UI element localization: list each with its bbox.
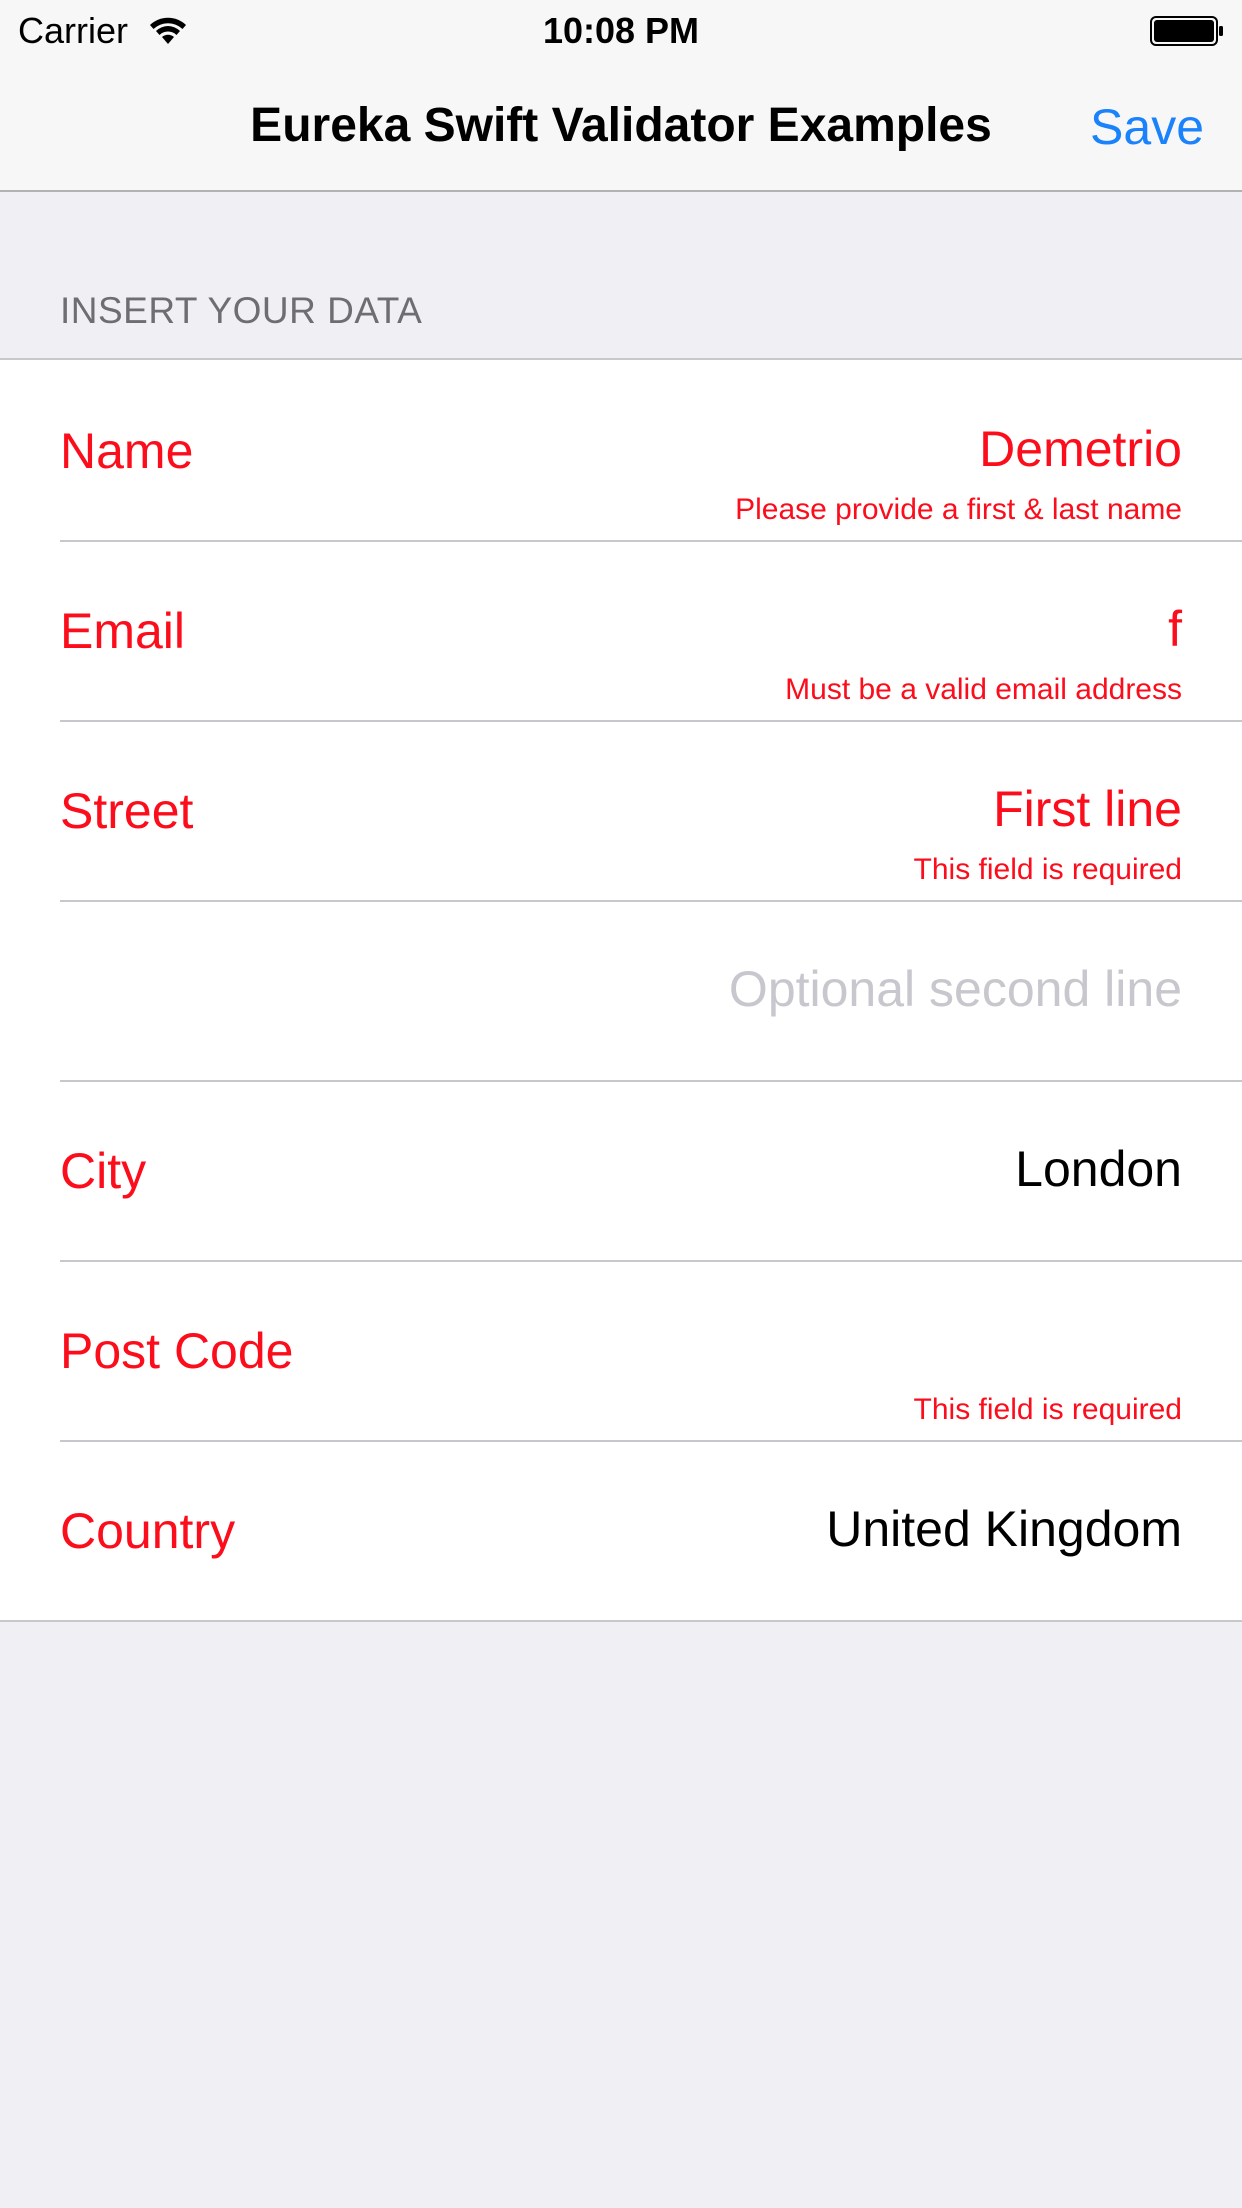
form-table: Name Demetrio Please provide a first & l… <box>0 358 1242 1622</box>
email-row[interactable]: Email f Must be a valid email address <box>0 540 1242 720</box>
name-row[interactable]: Name Demetrio Please provide a first & l… <box>0 360 1242 540</box>
post-code-error-message: This field is required <box>913 1393 1182 1426</box>
street-second-line-field[interactable]: Optional second line <box>729 960 1182 1018</box>
post-code-row[interactable]: Post Code This field is required <box>0 1260 1242 1440</box>
status-bar: Carrier 10:08 PM <box>0 0 1242 60</box>
name-error-message: Please provide a first & last name <box>735 493 1182 526</box>
country-row[interactable]: Country United Kingdom <box>0 1440 1242 1620</box>
country-label: Country <box>60 1503 236 1559</box>
street-second-line-row[interactable]: Optional second line <box>0 900 1242 1080</box>
city-row[interactable]: City London <box>0 1080 1242 1260</box>
battery-icon <box>1150 16 1223 46</box>
country-field[interactable]: United Kingdom <box>826 1500 1182 1558</box>
name-field[interactable]: Demetrio <box>979 420 1182 478</box>
email-error-message: Must be a valid email address <box>785 673 1182 706</box>
page-title: Eureka Swift Validator Examples <box>250 99 992 152</box>
city-field[interactable]: London <box>1015 1140 1182 1198</box>
name-label: Name <box>60 423 194 479</box>
section-header: INSERT YOUR DATA <box>60 290 423 331</box>
email-field[interactable]: f <box>1168 600 1182 658</box>
city-label: City <box>60 1143 147 1199</box>
email-label: Email <box>60 603 186 659</box>
save-button[interactable]: Save <box>1090 98 1204 156</box>
navigation-bar: Eureka Swift Validator Examples Save <box>0 60 1242 192</box>
street-row[interactable]: Street First line This field is required <box>0 720 1242 900</box>
street-error-message: This field is required <box>913 853 1182 886</box>
street-label: Street <box>60 783 194 839</box>
post-code-label: Post Code <box>60 1323 294 1379</box>
street-first-line-field[interactable]: First line <box>993 780 1182 838</box>
status-time: 10:08 PM <box>542 10 700 51</box>
